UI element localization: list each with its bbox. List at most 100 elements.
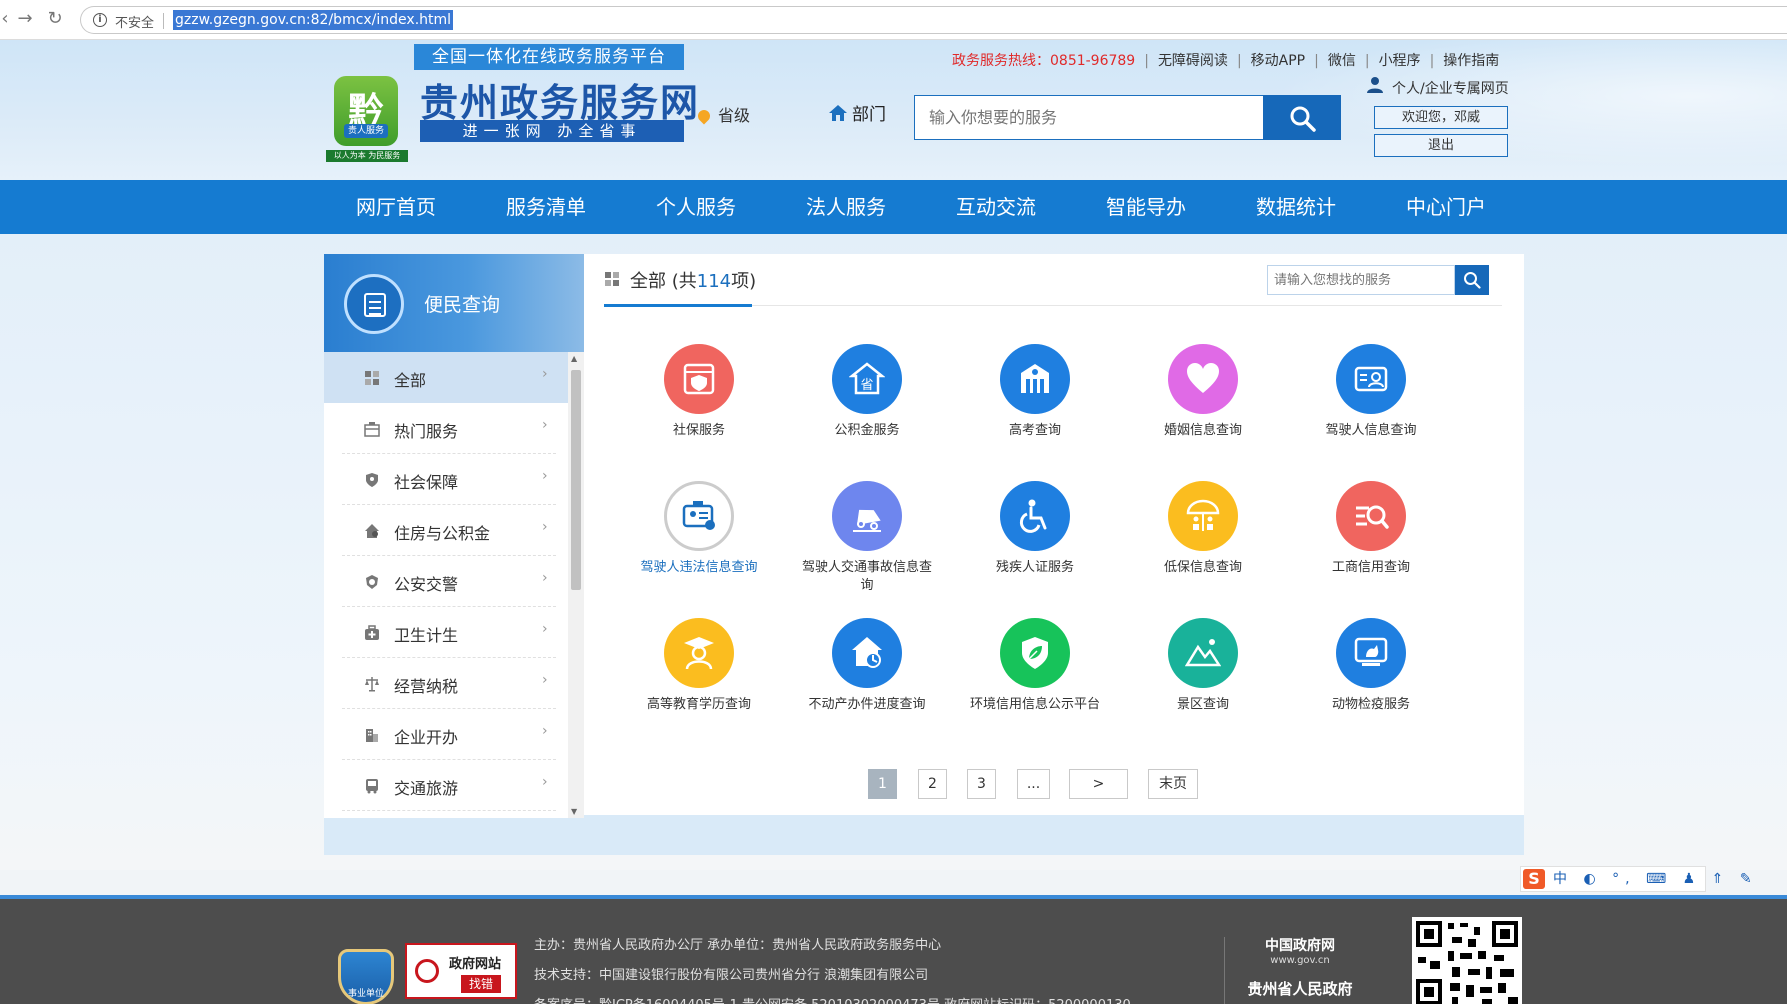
service-search-input[interactable] bbox=[1268, 266, 1454, 294]
service-animal-quarantine[interactable]: 动物检疫服务 bbox=[1301, 618, 1441, 748]
next-page-button[interactable]: > bbox=[1069, 769, 1128, 799]
panel-footer-strip bbox=[324, 815, 1524, 855]
reload-icon[interactable]: ↻ bbox=[44, 8, 66, 30]
service-marriage-query[interactable]: 婚姻信息查询 bbox=[1133, 344, 1273, 474]
sidebar-item-health[interactable]: 卫生计生 › bbox=[324, 607, 568, 658]
address-bar[interactable]: i 不安全 gzzw.gzegn.gov.cn:82/bmcx/index.ht… bbox=[80, 6, 1787, 34]
nav-item-home[interactable]: 网厅首页 bbox=[356, 180, 436, 234]
sogou-logo-icon[interactable]: S bbox=[1523, 869, 1545, 889]
sidebar-item-label: 公安交警 bbox=[394, 575, 459, 594]
sidebar-item-label: 住房与公积金 bbox=[394, 524, 491, 543]
mini-program-link[interactable]: 小程序 bbox=[1379, 53, 1421, 69]
service-scenic-area-query[interactable]: 景区查询 bbox=[1133, 618, 1273, 748]
service-driver-violation-query[interactable]: 驾驶人违法信息查询 bbox=[629, 481, 769, 611]
service-social-security[interactable]: 社保服务 bbox=[629, 344, 769, 474]
service-driver-accident-query[interactable]: 驾驶人交通事故信息查询 bbox=[797, 481, 937, 611]
service-env-credit-platform[interactable]: 环境信用信息公示平台 bbox=[965, 618, 1105, 748]
sidebar-item-label: 社会保障 bbox=[394, 473, 459, 492]
location-selector[interactable]: 省级 bbox=[695, 102, 751, 126]
service-driver-info-query[interactable]: 驾驶人信息查询 bbox=[1301, 344, 1441, 474]
nav-item-smart-guide[interactable]: 智能导办 bbox=[1106, 180, 1186, 234]
page-1-button[interactable]: 1 bbox=[868, 769, 897, 799]
service-name: 高考查询 bbox=[1008, 423, 1061, 438]
department-selector[interactable]: 部门 bbox=[828, 100, 886, 125]
service-gaokao-query[interactable]: 高考查询 bbox=[965, 344, 1105, 474]
nav-item-service-list[interactable]: 服务清单 bbox=[506, 180, 586, 234]
sidebar-item-housing-fund[interactable]: 住房与公积金 › bbox=[324, 505, 568, 556]
location-label: 省级 bbox=[718, 106, 751, 125]
report-error-badge[interactable]: 政府网站 找错 bbox=[405, 943, 517, 999]
service-count: 114 bbox=[696, 271, 732, 292]
service-business-credit-query[interactable]: 工商信用查询 bbox=[1301, 481, 1441, 611]
ime-toolbar[interactable]: S 中 ◐ °, ⌨ ♟ ⇑ ✎ bbox=[1520, 866, 1752, 892]
service-higher-edu-query[interactable]: 高等教育学历查询 bbox=[629, 618, 769, 748]
site-logo[interactable]: 黔 贵人服务 以人为本 为民服务 bbox=[326, 76, 408, 164]
service-real-estate-progress[interactable]: 不动产办件进度查询 bbox=[797, 618, 937, 748]
url-text[interactable]: gzzw.gzegn.gov.cn:82/bmcx/index.html bbox=[173, 10, 454, 30]
main-navigation: 网厅首页 服务清单 个人服务 法人服务 互动交流 智能导办 数据统计 中心门户 bbox=[0, 180, 1787, 234]
forward-arrow-icon[interactable]: → bbox=[14, 8, 36, 30]
wechat-link[interactable]: 微信 bbox=[1328, 53, 1356, 69]
scale-icon bbox=[365, 677, 379, 692]
service-disability-cert[interactable]: 残疾人证服务 bbox=[965, 481, 1105, 611]
global-search-input[interactable] bbox=[915, 96, 1263, 139]
sidebar-banner: 便民查询 bbox=[324, 254, 584, 352]
sidebar-item-business-startup[interactable]: 企业开办 › bbox=[324, 709, 568, 760]
service-provident-fund[interactable]: 省 公积金服务 bbox=[797, 344, 937, 474]
service-search-button[interactable] bbox=[1455, 265, 1489, 295]
leaf-shield-icon bbox=[1000, 618, 1070, 688]
nav-item-statistics[interactable]: 数据统计 bbox=[1256, 180, 1336, 234]
heading-suffix: 项) bbox=[731, 271, 757, 292]
site-title[interactable]: 贵州政务服务网 bbox=[420, 72, 700, 127]
province-gov: 贵州省人民政府 bbox=[1247, 980, 1353, 998]
gov-cn-link[interactable]: 中国政府网 www.gov.cn 贵州省人民政府 bbox=[1240, 935, 1360, 999]
personal-portal-link[interactable]: 个人/企业专属网页 bbox=[1392, 78, 1509, 98]
page-2-button[interactable]: 2 bbox=[918, 769, 947, 799]
page-3-button[interactable]: 3 bbox=[967, 769, 996, 799]
logout-button[interactable]: 退出 bbox=[1374, 134, 1508, 157]
scrollbar-thumb[interactable] bbox=[571, 370, 581, 590]
category-heading: 全部 (共114项) bbox=[630, 267, 756, 293]
sidebar-item-transport-travel[interactable]: 交通旅游 › bbox=[324, 760, 568, 811]
welcome-user-button[interactable]: 欢迎您，邓威 bbox=[1374, 106, 1508, 129]
service-name: 景区查询 bbox=[1176, 697, 1229, 712]
scroll-down-arrow-icon[interactable]: ▼ bbox=[571, 807, 577, 816]
service-name: 不动产办件进度查询 bbox=[808, 697, 926, 712]
sidebar-scrollbar[interactable]: ▲ ▼ bbox=[568, 352, 584, 818]
ime-tool-icons[interactable]: 中 ◐ °, ⌨ ♟ ⇑ ✎ bbox=[1553, 867, 1758, 891]
police-badge-icon bbox=[366, 575, 378, 589]
last-page-button[interactable]: 末页 bbox=[1148, 769, 1198, 799]
sidebar-item-label: 热门服务 bbox=[394, 422, 459, 441]
provident-fund-house-icon: 省 bbox=[832, 344, 902, 414]
sidebar-item-business-tax[interactable]: 经营纳税 › bbox=[324, 658, 568, 709]
nav-item-center-portal[interactable]: 中心门户 bbox=[1406, 180, 1486, 234]
nav-item-interaction[interactable]: 互动交流 bbox=[956, 180, 1036, 234]
global-search-box bbox=[914, 95, 1264, 140]
accessible-reading-link[interactable]: 无障碍阅读 bbox=[1158, 53, 1228, 69]
chevron-right-icon: › bbox=[542, 366, 548, 382]
sidebar-menu: 全部 › 热门服务 › 社会保障 › 住房与公积金 › 公安交警 › 卫生计生 … bbox=[324, 352, 568, 818]
social-security-card-icon bbox=[664, 344, 734, 414]
sidebar-item-all[interactable]: 全部 › bbox=[324, 352, 568, 403]
sidebar-item-police-traffic[interactable]: 公安交警 › bbox=[324, 556, 568, 607]
operation-guide-link[interactable]: 操作指南 bbox=[1443, 53, 1499, 69]
sidebar-item-label: 经营纳税 bbox=[394, 677, 459, 696]
sidebar-item-hot-services[interactable]: 热门服务 › bbox=[324, 403, 568, 454]
building-icon bbox=[366, 729, 378, 742]
service-name: 动物检疫服务 bbox=[1331, 697, 1410, 712]
mobile-app-link[interactable]: 移动APP bbox=[1251, 53, 1305, 69]
scroll-up-arrow-icon[interactable]: ▲ bbox=[571, 354, 577, 363]
logo-seal: 黔 贵人服务 bbox=[334, 76, 398, 146]
divider bbox=[163, 13, 164, 29]
nav-item-personal-services[interactable]: 个人服务 bbox=[656, 180, 736, 234]
service-subsistence-query[interactable]: 低保信息查询 bbox=[1133, 481, 1273, 611]
sidebar-item-social-security[interactable]: 社会保障 › bbox=[324, 454, 568, 505]
info-icon[interactable]: i bbox=[93, 13, 107, 27]
logo-strip: 以人为本 为民服务 bbox=[326, 150, 408, 162]
public-institution-badge[interactable]: 事业单位 bbox=[338, 949, 394, 1004]
nav-item-corporate-services[interactable]: 法人服务 bbox=[806, 180, 886, 234]
global-search-button[interactable] bbox=[1263, 95, 1341, 140]
search-icon bbox=[1464, 272, 1481, 289]
service-name: 社保服务 bbox=[672, 423, 725, 438]
search-icon bbox=[1290, 106, 1316, 132]
